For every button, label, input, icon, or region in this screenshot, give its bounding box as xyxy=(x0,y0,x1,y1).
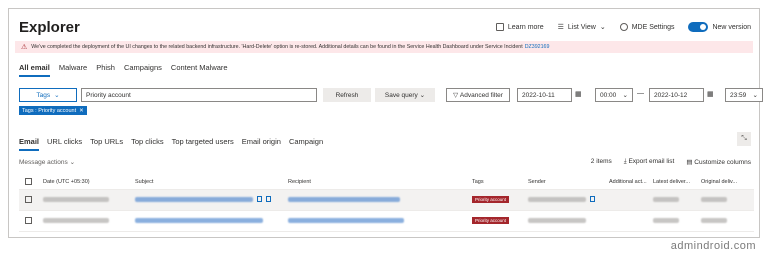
blurred-subject[interactable] xyxy=(135,217,263,223)
email-table: Date (UTC +05:30) Subject Recipient Tags… xyxy=(19,175,754,232)
close-icon[interactable]: ✕ xyxy=(79,108,84,114)
incident-link[interactable]: DZ392169 xyxy=(525,44,550,50)
tab-all-email[interactable]: All email xyxy=(19,63,50,77)
end-date-input[interactable]: 2022-10-12 xyxy=(649,88,704,102)
copy-icon[interactable] xyxy=(590,196,595,202)
tag-filter-chip[interactable]: Tags : Priority account ✕ xyxy=(19,106,87,115)
calendar-icon[interactable]: ▦ xyxy=(707,90,714,98)
download-icon: ⤓ xyxy=(623,158,627,165)
start-date-input[interactable]: 2022-10-11 xyxy=(517,88,572,102)
end-time-select[interactable]: 23:59 ⌄ xyxy=(725,88,763,102)
advanced-filter-button[interactable]: ▽ Advanced filter xyxy=(446,88,510,102)
query-input[interactable]: Priority account xyxy=(81,88,317,102)
tab-email[interactable]: Email xyxy=(19,137,40,151)
tab-top-targeted-users[interactable]: Top targeted users xyxy=(172,137,234,151)
column-header-sender[interactable]: Sender xyxy=(528,179,609,185)
save-query-button[interactable]: Save query ⌄ xyxy=(375,88,435,102)
chevron-down-icon: ⌄ xyxy=(419,92,426,99)
blurred-latest-delivery xyxy=(653,196,679,202)
warning-banner: ⚠ We've completed the deployment of the … xyxy=(15,41,753,53)
row-checkbox[interactable] xyxy=(25,195,32,203)
range-dash: — xyxy=(637,90,644,97)
new-version-toggle[interactable]: New version xyxy=(688,22,751,32)
export-button[interactable]: ⤓ Export email list xyxy=(624,158,675,166)
filter-bar: Tags ⌄ Priority account Refresh Save quer… xyxy=(19,88,763,115)
row-checkbox[interactable] xyxy=(25,216,32,224)
blurred-original-delivery xyxy=(701,196,727,202)
tab-campaign[interactable]: Campaign xyxy=(289,137,323,151)
blurred-original-delivery xyxy=(701,217,727,223)
table-toolbar: Message actions ⌄ 2 items ⤓ Export email… xyxy=(19,158,751,168)
explorer-window: Explorer Learn more ☰ List View ⌄ MDE Sett… xyxy=(8,8,763,238)
chevron-down-icon: ⌄ xyxy=(752,92,758,99)
column-header-date[interactable]: Date (UTC +05:30) xyxy=(43,179,135,185)
page-title: Explorer xyxy=(19,19,80,36)
chevron-down-icon: ⌄ xyxy=(622,92,628,99)
blurred-recipient[interactable] xyxy=(288,196,400,202)
blurred-date xyxy=(43,217,109,223)
tab-phish[interactable]: Phish xyxy=(96,63,115,77)
blurred-sender xyxy=(528,197,586,202)
message-actions-dropdown[interactable]: Message actions ⌄ xyxy=(19,158,75,166)
chevron-down-icon: ⌄ xyxy=(69,159,76,166)
priority-account-tag: Priority account xyxy=(472,217,510,224)
table-row[interactable]: Priority account xyxy=(19,190,754,211)
watermark: admindroid.com xyxy=(670,240,756,252)
tab-url-clicks[interactable]: URL clicks xyxy=(47,137,82,151)
book-icon xyxy=(495,23,504,31)
top-tabs: All email Malware Phish Campaigns Conten… xyxy=(19,63,228,77)
table-row[interactable]: Priority account xyxy=(19,211,754,232)
blurred-date xyxy=(43,196,109,202)
tab-campaigns[interactable]: Campaigns xyxy=(124,63,162,77)
filter-icon: ▽ xyxy=(453,92,459,99)
blurred-sender xyxy=(528,217,586,223)
open-icon[interactable] xyxy=(266,196,271,202)
column-header-original-delivery[interactable]: Original deliv... xyxy=(701,179,745,185)
top-links: Learn more ☰ List View ⌄ MDE Settings New … xyxy=(495,22,751,32)
tab-top-clicks[interactable]: Top clicks xyxy=(131,137,164,151)
tab-top-urls[interactable]: Top URLs xyxy=(90,137,123,151)
tab-email-origin[interactable]: Email origin xyxy=(242,137,281,151)
tab-malware[interactable]: Malware xyxy=(59,63,87,77)
priority-account-tag: Priority account xyxy=(472,196,510,203)
chevron-down-icon: ⌄ xyxy=(54,92,60,99)
tab-content-malware[interactable]: Content Malware xyxy=(171,63,228,77)
blurred-subject[interactable] xyxy=(135,197,253,202)
column-header-recipient[interactable]: Recipient xyxy=(288,179,472,185)
table-header: Date (UTC +05:30) Subject Recipient Tags… xyxy=(19,175,754,190)
blurred-latest-delivery xyxy=(653,217,679,223)
blurred-recipient[interactable] xyxy=(288,217,404,223)
tags-filter-dropdown[interactable]: Tags ⌄ xyxy=(19,88,77,102)
result-tabs: Email URL clicks Top URLs Top clicks Top… xyxy=(19,137,323,151)
list-icon: ☰ xyxy=(557,24,564,31)
column-header-latest-delivery[interactable]: Latest deliver... xyxy=(653,179,701,185)
column-header-subject[interactable]: Subject xyxy=(135,179,288,185)
columns-icon: ▤ xyxy=(686,159,693,166)
customize-columns-button[interactable]: ▤ Customize columns xyxy=(686,158,751,166)
item-count: 2 items xyxy=(590,158,612,165)
mde-settings-link[interactable]: MDE Settings xyxy=(619,23,674,31)
chevron-down-icon: ⌄ xyxy=(599,24,606,31)
toggle-switch[interactable] xyxy=(688,22,709,32)
learn-more-link[interactable]: Learn more xyxy=(495,23,544,31)
copy-icon[interactable] xyxy=(257,196,262,202)
select-all-checkbox[interactable] xyxy=(25,177,32,185)
list-view-dropdown[interactable]: ☰ List View ⌄ xyxy=(557,23,606,32)
gear-icon xyxy=(619,23,628,31)
refresh-button[interactable]: Refresh xyxy=(323,88,371,102)
warning-icon: ⚠ xyxy=(21,44,28,51)
column-header-additional-actions[interactable]: Additional act... xyxy=(609,179,653,185)
start-time-select[interactable]: 00:00 ⌄ xyxy=(595,88,633,102)
collapse-icon[interactable]: ⤡ xyxy=(737,132,751,146)
calendar-icon[interactable]: ▦ xyxy=(575,90,582,98)
column-header-tags[interactable]: Tags xyxy=(472,179,528,185)
